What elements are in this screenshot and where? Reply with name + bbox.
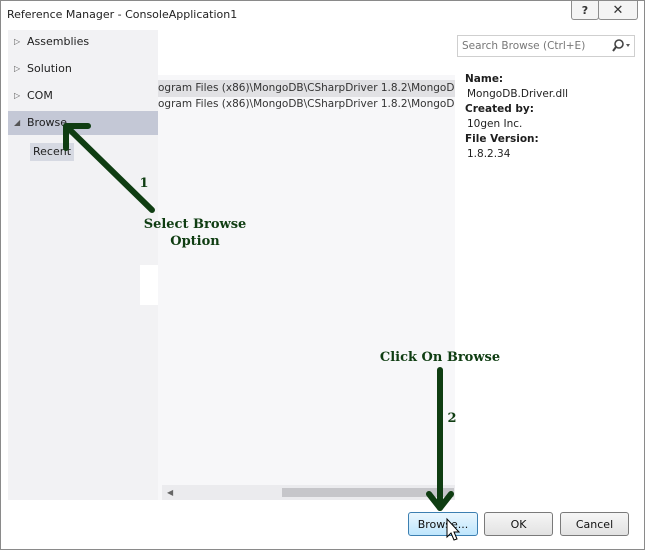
- step2-label: Click On Browse: [379, 350, 501, 365]
- step1-label-line1: Select Browse: [143, 217, 247, 232]
- step2-number: 2: [447, 411, 457, 426]
- step1-label-line2: Option: [170, 234, 220, 249]
- step1-number: 1: [139, 176, 149, 191]
- step1-arrow: [63, 123, 155, 213]
- annotation-arrows: [63, 123, 461, 541]
- mouse-cursor-icon: [446, 517, 461, 541]
- step2-arrow: [426, 367, 454, 511]
